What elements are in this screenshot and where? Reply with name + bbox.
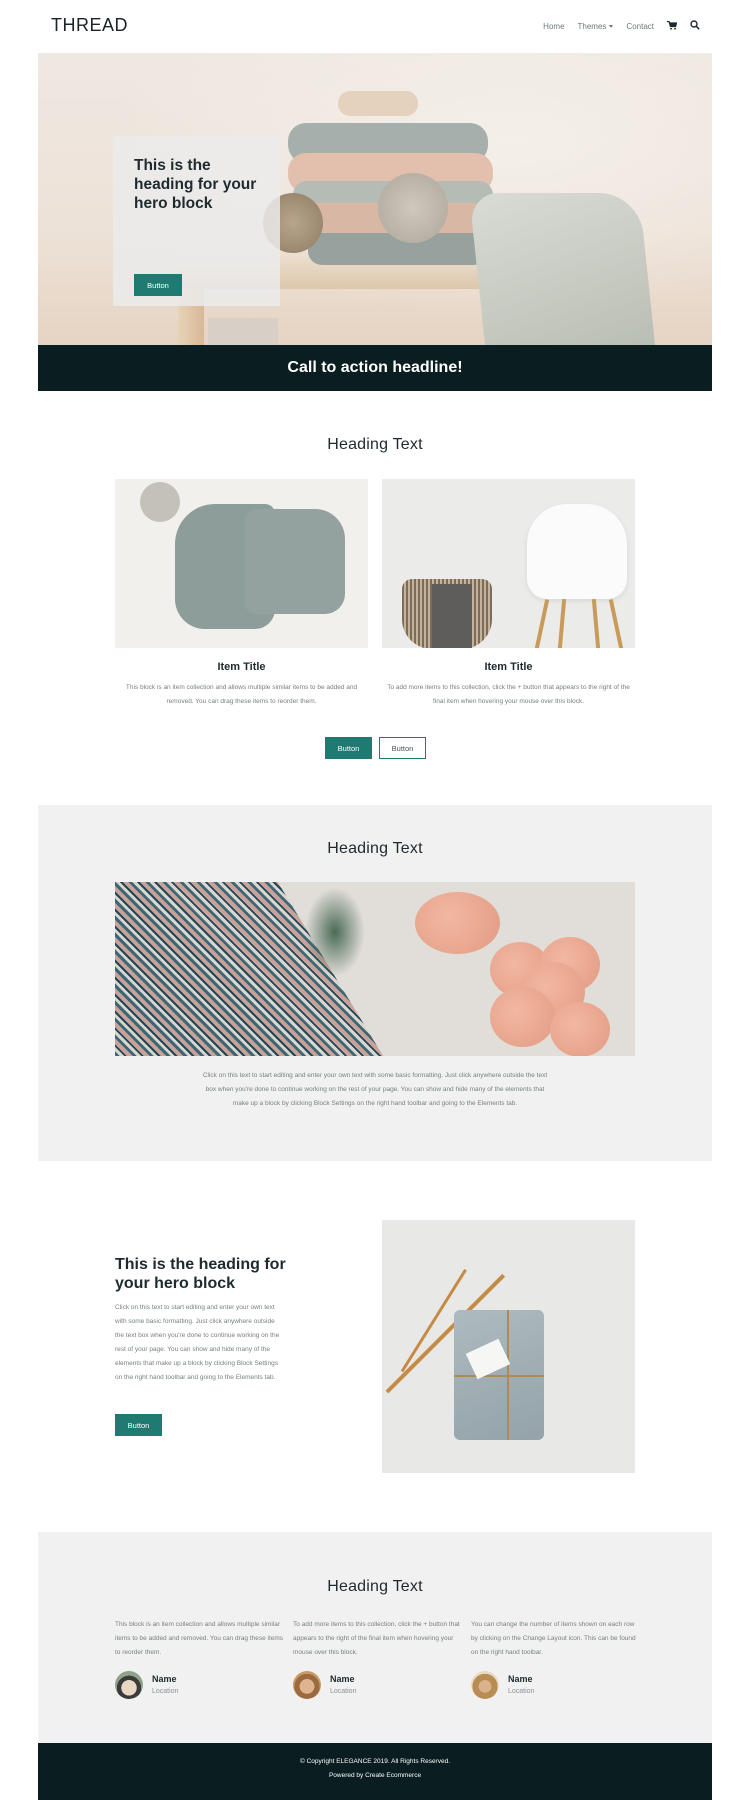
testimonial-item: To add more items to this collection, cl… (293, 1618, 465, 1699)
image-detail (557, 598, 567, 648)
chevron-down-icon (609, 24, 614, 28)
split-description: Click on this text to start editing and … (115, 1304, 280, 1381)
hero-image-detail (378, 173, 448, 243)
person-name: Name (508, 1674, 533, 1684)
hero-image-detail (469, 193, 657, 345)
image-detail (305, 887, 365, 977)
testimonial-text: To add more items to this collection, cl… (293, 1621, 460, 1656)
nav-themes-label: Themes (577, 21, 607, 31)
image-detail (550, 1002, 610, 1056)
hero-title: This is the heading for your hero block (134, 157, 257, 212)
image-detail (454, 1375, 544, 1377)
testimonial-person: Name Location (293, 1671, 465, 1701)
main-nav: Home Themes Contact (543, 20, 700, 32)
item-title: Item Title (217, 661, 266, 673)
item-image-chair-basket[interactable] (382, 479, 635, 648)
secondary-button[interactable]: Button (379, 737, 426, 759)
testimonial-text: This block is an item collection and all… (115, 1621, 284, 1656)
image-detail (534, 599, 550, 648)
testimonial-person: Name Location (471, 1671, 643, 1701)
hero-image-detail (338, 91, 418, 116)
nav-contact[interactable]: Contact (626, 22, 654, 31)
image-detail (140, 482, 180, 522)
image-detail (415, 892, 500, 954)
footer-powered-by[interactable]: Powered by Create Ecommerce (38, 1772, 712, 1779)
hero-banner: This is the heading for your hero block … (38, 53, 712, 345)
feature-image-yarn (115, 882, 635, 1056)
testimonial-person: Name Location (115, 1671, 287, 1701)
site-logo[interactable]: THREAD (51, 15, 128, 36)
site-header: THREAD Home Themes Contact (0, 0, 750, 52)
split-title: This is the heading for your hero block (115, 1256, 286, 1292)
item-description: This block is an item collection and all… (125, 684, 358, 705)
nav-themes[interactable]: Themes (578, 22, 614, 31)
nav-home[interactable]: Home (543, 22, 564, 31)
person-name: Name (152, 1674, 177, 1684)
image-detail (527, 504, 627, 599)
avatar (471, 1671, 499, 1699)
item-description: To add more items to this collection, cl… (387, 684, 630, 705)
feature-heading: Heading Text (327, 840, 423, 857)
image-detail (591, 598, 601, 648)
person-location: Location (330, 1688, 357, 1695)
testimonial-text: You can change the number of items shown… (471, 1621, 636, 1656)
image-detail (245, 509, 345, 614)
hero-button[interactable]: Button (134, 274, 182, 296)
cart-icon[interactable] (667, 20, 678, 32)
image-detail (608, 599, 624, 648)
avatar (115, 1671, 143, 1699)
hero-image-detail (208, 318, 278, 345)
item-image-knit-bonnet[interactable] (115, 479, 368, 648)
image-detail (490, 987, 555, 1047)
feature-description: Click on this text to start editing and … (202, 1072, 548, 1107)
cta-bar: Call to action headline! (38, 345, 712, 391)
collection-heading: Heading Text (327, 436, 423, 453)
cta-headline: Call to action headline! (287, 359, 463, 376)
testimonial-item: This block is an item collection and all… (115, 1618, 287, 1699)
testimonial-item: You can change the number of items shown… (471, 1618, 643, 1699)
split-button[interactable]: Button (115, 1414, 162, 1436)
image-detail (432, 584, 472, 648)
item-title: Item Title (484, 661, 533, 673)
testimonials-heading: Heading Text (327, 1578, 423, 1595)
site-footer: © Copyright ELEGANCE 2019. All Rights Re… (38, 1743, 712, 1800)
person-location: Location (152, 1688, 179, 1695)
footer-copyright: © Copyright ELEGANCE 2019. All Rights Re… (299, 1758, 451, 1765)
person-name: Name (330, 1674, 355, 1684)
person-location: Location (508, 1688, 535, 1695)
primary-button[interactable]: Button (325, 737, 372, 759)
search-icon[interactable] (690, 20, 700, 32)
split-image-gift (382, 1220, 635, 1473)
avatar (293, 1671, 321, 1699)
hero-card: This is the heading for your hero block … (113, 136, 280, 306)
